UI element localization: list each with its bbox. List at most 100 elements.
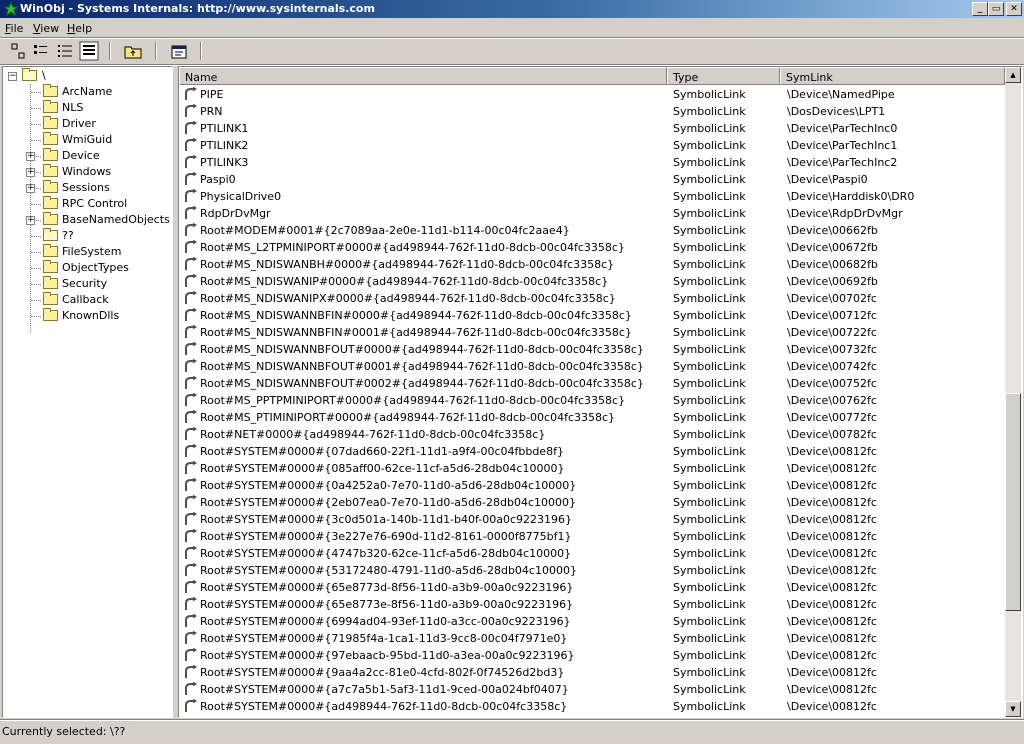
tree-item[interactable]: ObjectTypes [3, 260, 170, 276]
expand-icon[interactable]: + [26, 216, 35, 225]
list-item[interactable]: Root#SYSTEM#0000#{4747b320-62ce-11cf-a5d… [179, 545, 1005, 562]
list-item[interactable]: Root#MS_NDISWANNBFOUT#0002#{ad498944-762… [179, 375, 1005, 392]
up-one-level-icon[interactable] [123, 41, 143, 61]
properties-icon[interactable] [169, 41, 189, 61]
tree-item[interactable]: ?? [3, 228, 170, 244]
list-item[interactable]: Root#SYSTEM#0000#{71985f4a-1ca1-11d3-9cc… [179, 630, 1005, 647]
cell-type: SymbolicLink [673, 139, 746, 152]
tree-item[interactable]: + Windows [3, 164, 170, 180]
tree-root[interactable]: − \ [3, 68, 170, 84]
small-icons-view-icon[interactable] [31, 41, 51, 61]
list-item[interactable]: Root#SYSTEM#0000#{07dad660-22f1-11d1-a9f… [179, 443, 1005, 460]
cell-name: Root#SYSTEM#0000#{3e227e76-690d-11d2-816… [200, 530, 572, 543]
list-item[interactable]: Root#MS_PPTPMINIPORT#0000#{ad498944-762f… [179, 392, 1005, 409]
minimize-button[interactable]: _ [972, 2, 988, 16]
list-item[interactable]: PTILINK2 SymbolicLink \Device\ParTechInc1 [179, 137, 1005, 154]
list-item[interactable]: Root#MS_NDISWANBH#0000#{ad498944-762f-11… [179, 256, 1005, 273]
folder-icon [43, 212, 58, 225]
list-item[interactable]: Root#NET#0000#{ad498944-762f-11d0-8dcb-0… [179, 426, 1005, 443]
cell-type: SymbolicLink [673, 513, 746, 526]
list-item[interactable]: Root#SYSTEM#0000#{3e227e76-690d-11d2-816… [179, 528, 1005, 545]
list-item[interactable]: Root#MS_NDISWANNBFOUT#0000#{ad498944-762… [179, 341, 1005, 358]
tree-item[interactable]: Security [3, 276, 170, 292]
tree-item[interactable]: Driver [3, 116, 170, 132]
cell-symlink: \Device\00812fc [787, 547, 877, 560]
collapse-icon[interactable]: − [8, 72, 17, 81]
list-item[interactable]: Root#SYSTEM#0000#{ad498944-762f-11d0-8dc… [179, 698, 1005, 715]
list-item[interactable]: Root#MS_NDISWANIP#0000#{ad498944-762f-11… [179, 273, 1005, 290]
list-item[interactable]: Root#SYSTEM#0000#{6994ad04-93ef-11d0-a3c… [179, 613, 1005, 630]
cell-symlink: \Device\00782fc [787, 428, 877, 441]
expand-icon[interactable]: + [26, 168, 35, 177]
object-list[interactable]: Name Type SymLink PIPE SymbolicLink \Devic… [178, 66, 1023, 718]
tree-item[interactable]: + Device [3, 148, 170, 164]
list-item[interactable]: Root#SYSTEM#0000#{2eb07ea0-7e70-11d0-a5d… [179, 494, 1005, 511]
scroll-down-button[interactable]: ▼ [1005, 701, 1021, 717]
tree-guide-line [31, 124, 41, 125]
cell-name: Root#MS_PTIMINIPORT#0000#{ad498944-762f-… [200, 411, 616, 424]
list-item[interactable]: Root#MS_NDISWANIPX#0000#{ad498944-762f-1… [179, 290, 1005, 307]
cell-symlink: \Device\00812fc [787, 649, 877, 662]
column-header-symlink[interactable]: SymLink [780, 67, 1005, 85]
menu-help[interactable]: Help [67, 22, 92, 35]
menu-file[interactable]: File [5, 22, 23, 35]
list-item[interactable]: Root#SYSTEM#0000#{0a4252a0-7e70-11d0-a5d… [179, 477, 1005, 494]
list-item[interactable]: RdpDrDvMgr SymbolicLink \Device\RdpDrDvMgr [179, 205, 1005, 222]
list-item[interactable]: PIPE SymbolicLink \Device\NamedPipe [179, 86, 1005, 103]
list-item[interactable]: PTILINK1 SymbolicLink \Device\ParTechInc0 [179, 120, 1005, 137]
tree-item[interactable]: + Sessions [3, 180, 170, 196]
tree-item[interactable]: Callback [3, 292, 170, 308]
cell-type: SymbolicLink [673, 411, 746, 424]
expand-icon[interactable]: + [26, 152, 35, 161]
vertical-scrollbar[interactable]: ▲ ▼ [1005, 67, 1021, 717]
tree-item[interactable]: FileSystem [3, 244, 170, 260]
symbolic-link-icon [185, 495, 197, 508]
symbolic-link-icon [185, 512, 197, 525]
list-item[interactable]: Root#SYSTEM#0000#{a7c7a5b1-5af3-11d1-9ce… [179, 681, 1005, 698]
tree-guide-line [31, 300, 41, 301]
list-item[interactable]: Root#SYSTEM#0000#{3c0d501a-140b-11d1-b40… [179, 511, 1005, 528]
details-view-icon[interactable] [79, 41, 99, 61]
list-item[interactable]: Root#MS_NDISWANNBFIN#0000#{ad498944-762f… [179, 307, 1005, 324]
list-item[interactable]: PhysicalDrive0 SymbolicLink \Device\Harddi… [179, 188, 1005, 205]
object-tree[interactable]: − \ ArcName NLS Driver WmiGuid + Device + Windo… [2, 66, 173, 718]
scroll-thumb[interactable] [1005, 393, 1021, 611]
folder-icon [43, 276, 58, 289]
tree-item[interactable]: WmiGuid [3, 132, 170, 148]
menu-view[interactable]: View [33, 22, 59, 35]
cell-name: Root#MS_NDISWANNBFOUT#0001#{ad498944-762… [200, 360, 644, 373]
expand-icon[interactable]: + [26, 184, 35, 193]
large-icons-view-icon[interactable] [8, 41, 28, 61]
list-item[interactable]: PRN SymbolicLink \DosDevices\LPT1 [179, 103, 1005, 120]
list-item[interactable]: Root#MODEM#0001#{2c7089aa-2e0e-11d1-b114… [179, 222, 1005, 239]
list-item[interactable]: Root#MS_NDISWANNBFIN#0001#{ad498944-762f… [179, 324, 1005, 341]
tree-item-label: ?? [62, 229, 74, 242]
cell-name: Root#SYSTEM#0000#{4747b320-62ce-11cf-a5d… [200, 547, 572, 560]
maximize-button[interactable]: ▭ [988, 2, 1004, 16]
list-item[interactable]: Root#MS_PTIMINIPORT#0000#{ad498944-762f-… [179, 409, 1005, 426]
cell-symlink: \Device\00702fc [787, 292, 877, 305]
scroll-up-button[interactable]: ▲ [1005, 67, 1021, 83]
column-header-type[interactable]: Type [667, 67, 780, 85]
tree-item[interactable]: KnownDlls [3, 308, 170, 324]
cell-type: SymbolicLink [673, 581, 746, 594]
toolbar-separator [109, 42, 111, 60]
list-item[interactable]: Root#SYSTEM#0000#{9aa4a2cc-81e0-4cfd-802… [179, 664, 1005, 681]
list-item[interactable]: Root#SYSTEM#0000#{65e8773d-8f56-11d0-a3b… [179, 579, 1005, 596]
tree-item[interactable]: RPC Control [3, 196, 170, 212]
list-item[interactable]: Root#MS_L2TPMINIPORT#0000#{ad498944-762f… [179, 239, 1005, 256]
list-item[interactable]: Root#SYSTEM#0000#{65e8773e-8f56-11d0-a3b… [179, 596, 1005, 613]
list-item[interactable]: Root#SYSTEM#0000#{53172480-4791-11d0-a5d… [179, 562, 1005, 579]
list-item[interactable]: PTILINK3 SymbolicLink \Device\ParTechInc2 [179, 154, 1005, 171]
list-item[interactable]: Root#MS_NDISWANNBFOUT#0001#{ad498944-762… [179, 358, 1005, 375]
list-item[interactable]: Root#SYSTEM#0000#{97ebaacb-95bd-11d0-a3e… [179, 647, 1005, 664]
list-item[interactable]: Paspi0 SymbolicLink \Device\Paspi0 [179, 171, 1005, 188]
list-item[interactable]: Root#SYSTEM#0000#{085aff00-62ce-11cf-a5d… [179, 460, 1005, 477]
column-header-name[interactable]: Name [179, 67, 667, 85]
tree-item[interactable]: NLS [3, 100, 170, 116]
list-view-icon[interactable] [55, 41, 75, 61]
title-bar[interactable]: WinObj - Systems Internals: http://www.s… [0, 0, 1024, 18]
tree-item[interactable]: ArcName [3, 84, 170, 100]
tree-item[interactable]: + BaseNamedObjects [3, 212, 170, 228]
close-button[interactable]: ✕ [1006, 2, 1022, 16]
